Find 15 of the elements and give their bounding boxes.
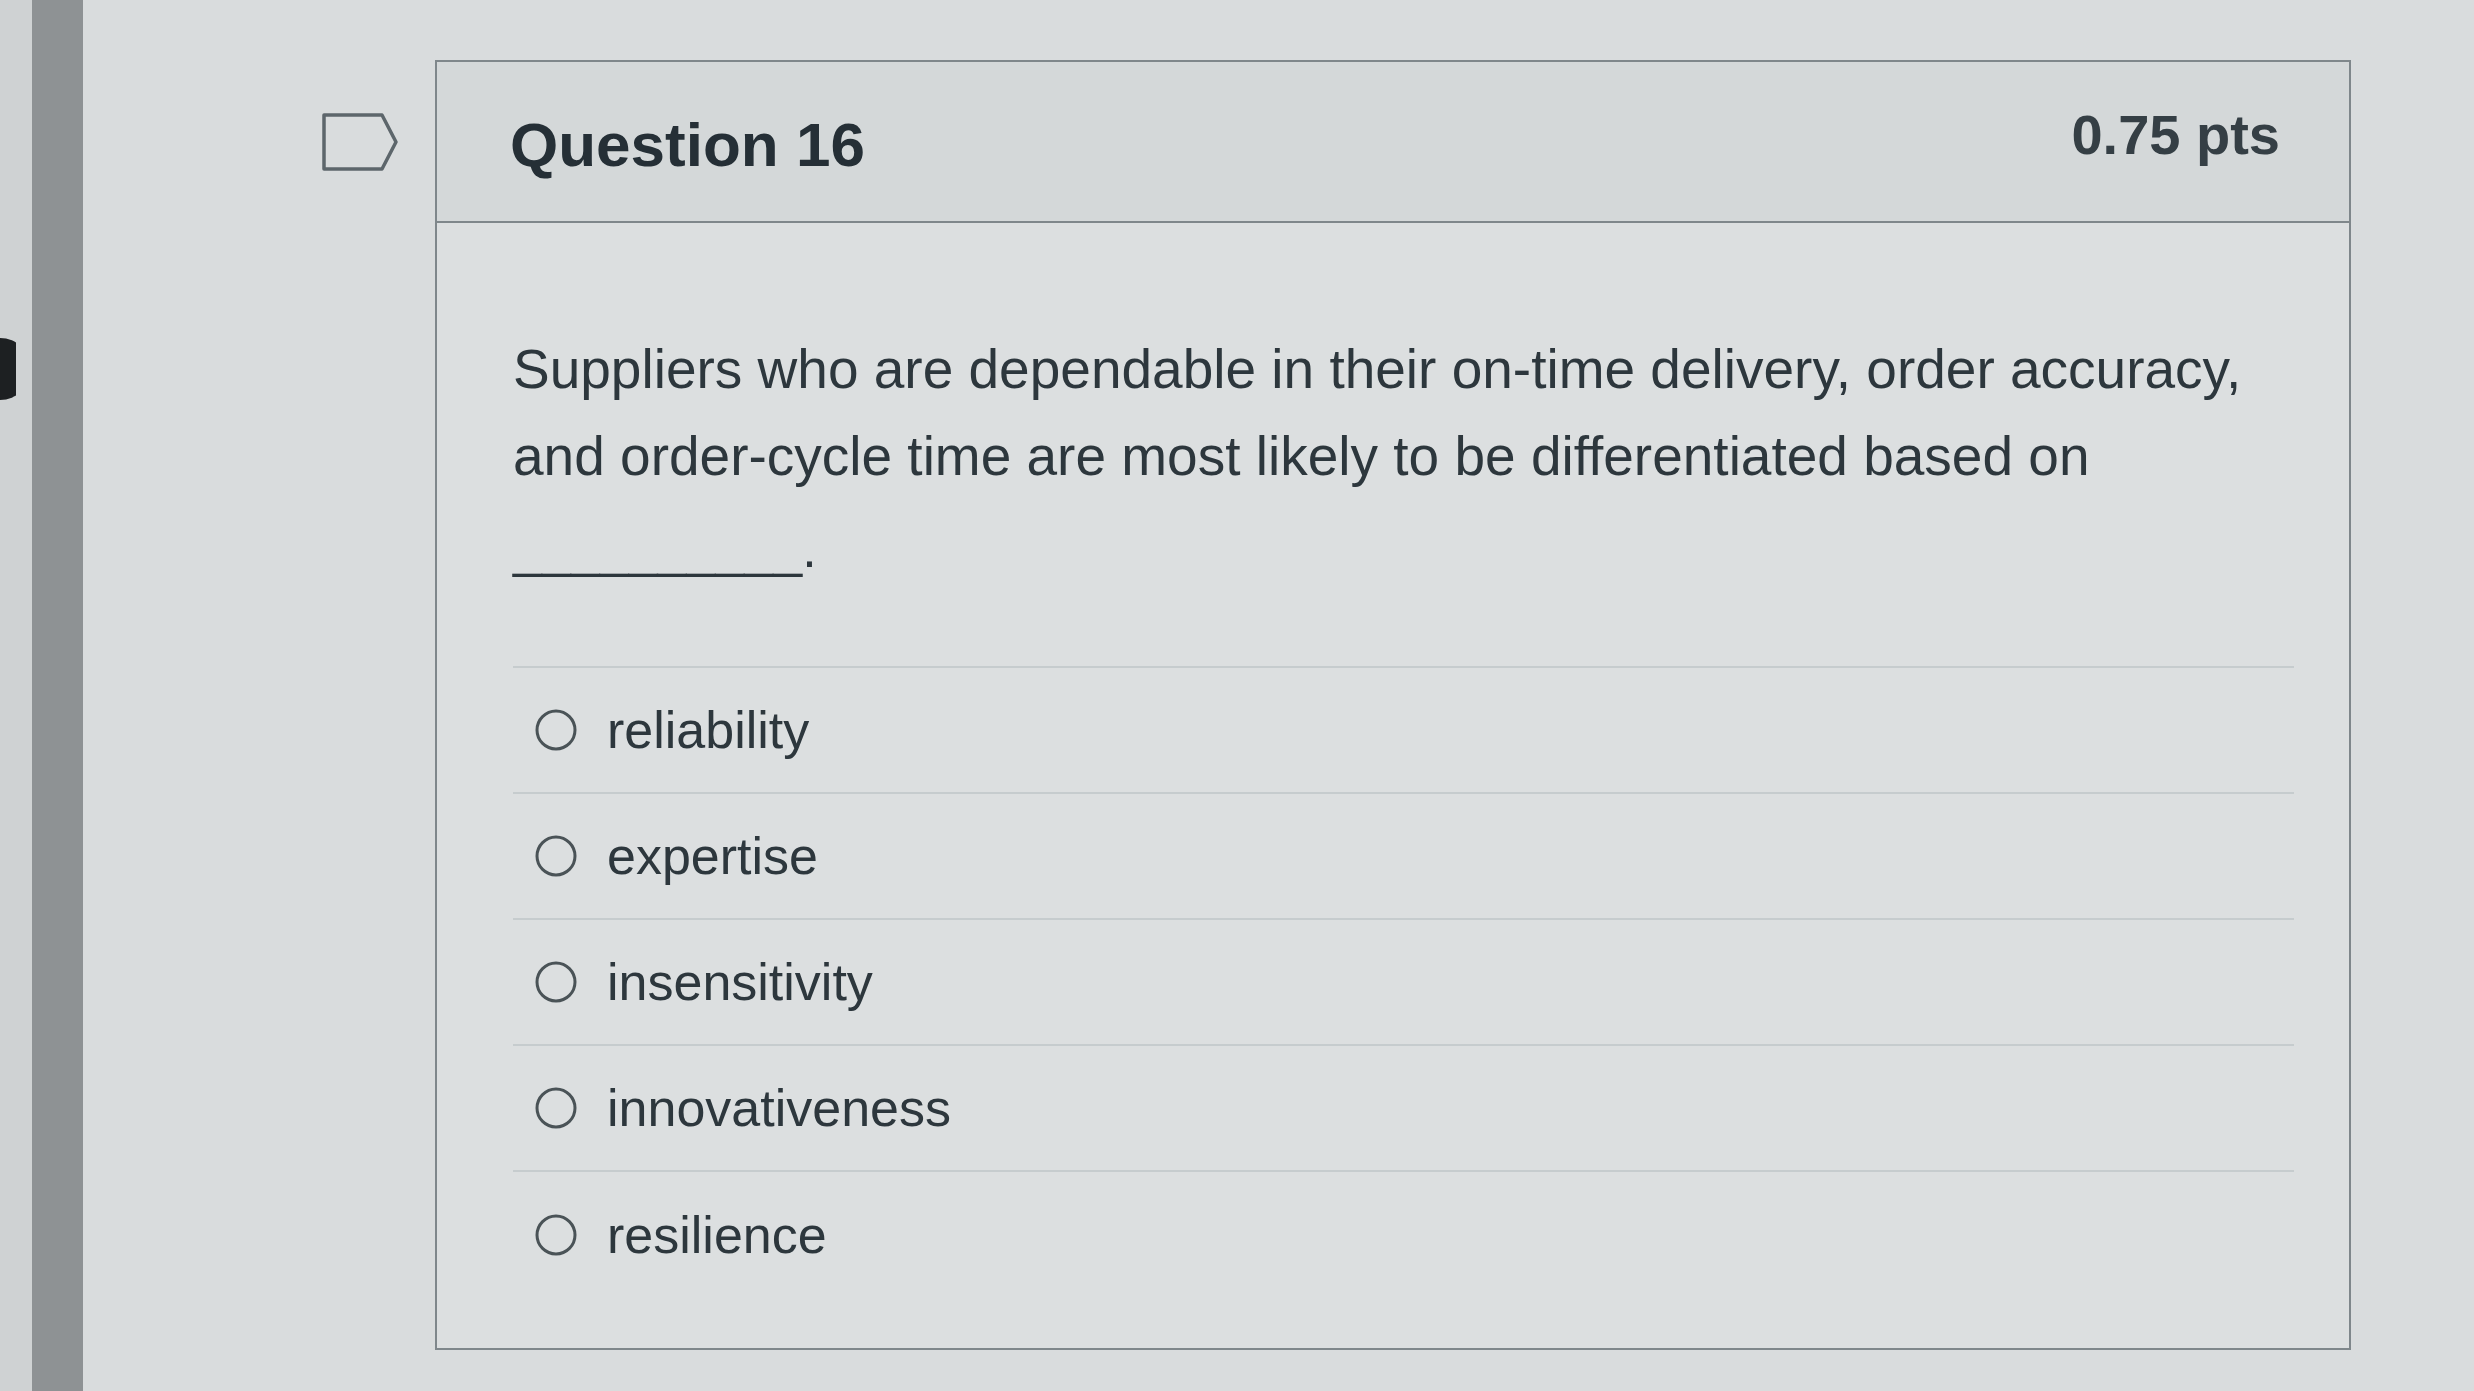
question-text: Suppliers who are dependable in their on-time delivery, order accuracy, and order-cycle time are most likely to be differentiated based on (513, 337, 2243, 489)
radio-button[interactable] (535, 961, 577, 1003)
radio-button[interactable] (535, 835, 577, 877)
radio-button[interactable] (535, 1214, 577, 1256)
answer-label[interactable]: innovativeness (607, 1077, 951, 1139)
answer-label[interactable]: insensitivity (607, 951, 873, 1013)
question-title: Question 16 (510, 109, 865, 181)
answer-label[interactable]: reliability (607, 699, 810, 761)
tag-icon[interactable] (322, 113, 398, 171)
fill-in-blank: __________. (513, 519, 818, 580)
answer-label[interactable]: resilience (607, 1204, 827, 1266)
answer-label[interactable]: expertise (607, 825, 818, 887)
radio-button[interactable] (535, 709, 577, 751)
points-label: 0.75 pts (2071, 102, 2280, 168)
radio-button[interactable] (535, 1087, 577, 1129)
